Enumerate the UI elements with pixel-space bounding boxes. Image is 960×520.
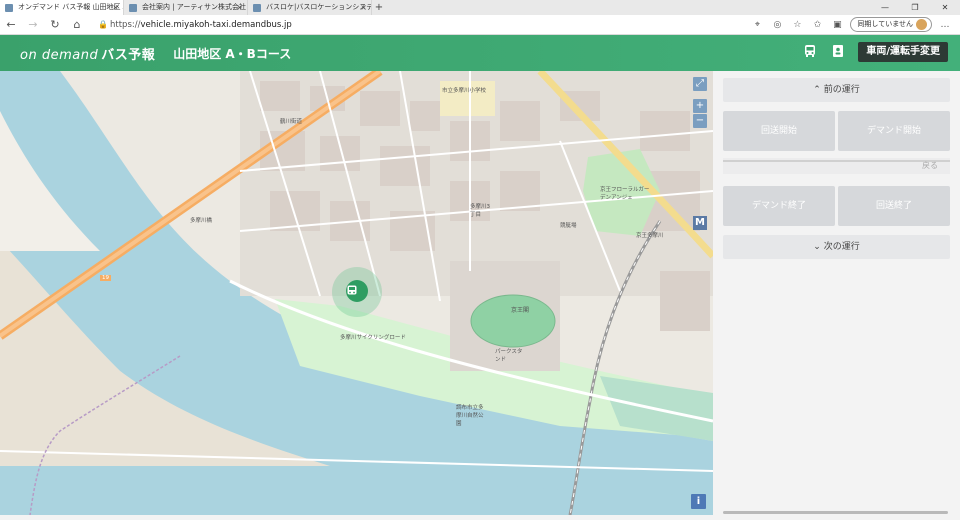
more-menu-icon[interactable]: … bbox=[938, 20, 952, 30]
lock-icon[interactable]: 🔒 bbox=[96, 20, 110, 29]
zoom-out-icon[interactable]: − bbox=[693, 114, 707, 128]
address-bar: ← → ↻ ⌂ 🔒 https://vehicle.miyakoh-taxi.d… bbox=[0, 15, 960, 35]
map-label: 京王多摩川 bbox=[636, 233, 664, 239]
bus-location-marker[interactable] bbox=[332, 267, 382, 317]
bus-icon[interactable] bbox=[802, 44, 818, 60]
window-controls: — ❐ ✕ bbox=[870, 0, 960, 15]
maximize-icon[interactable]: ❐ bbox=[900, 0, 930, 15]
avatar bbox=[916, 19, 927, 30]
tab-close-icon[interactable]: × bbox=[112, 0, 119, 15]
map-label: 京王フローラルガーデンアンジェ bbox=[600, 187, 650, 201]
reading-view-icon[interactable]: ◎ bbox=[770, 20, 784, 30]
back-label: 戻る bbox=[922, 161, 938, 170]
divider bbox=[723, 160, 950, 162]
next-operation-label: 次の運行 bbox=[823, 242, 860, 252]
previous-operation-button[interactable]: ⌃ 前の運行 bbox=[723, 78, 950, 102]
browser-tab[interactable]: オンデマンド バス予報 山田地区 A・B × bbox=[0, 0, 124, 15]
bus-icon bbox=[346, 280, 368, 302]
favicon-icon bbox=[129, 4, 137, 12]
app-header: on demand バス予報 山田地区 A・Bコース 車両/運転手変更 bbox=[0, 35, 960, 71]
return-end-button[interactable]: 回送終了 bbox=[838, 186, 950, 226]
logo-text: on demand bbox=[20, 47, 99, 63]
collections-icon[interactable]: ▣ bbox=[830, 20, 844, 30]
favorite-star-icon[interactable]: ☆ bbox=[790, 20, 804, 30]
operation-panel: ⌃ 前の運行 回送開始 デマンド開始 戻る デマンド終了 回送終了 ⌄ 次の運行 bbox=[713, 71, 960, 515]
url-host: vehicle.miyakoh-taxi.demandbus.jp bbox=[140, 19, 292, 30]
favorites-icon[interactable]: ✩ bbox=[810, 20, 824, 30]
reload-icon[interactable]: ↻ bbox=[44, 18, 66, 31]
tab-title: 会社案内 | アーティサン株式会社 bbox=[142, 3, 246, 11]
map-label: 多摩川橋 bbox=[190, 218, 213, 224]
map-mode-icon[interactable]: M bbox=[693, 216, 707, 230]
expand-icon[interactable]: ⤢ bbox=[693, 77, 707, 91]
tab-close-icon[interactable]: × bbox=[360, 0, 367, 15]
back-icon[interactable]: ← bbox=[0, 18, 22, 31]
browser-tabbar: オンデマンド バス予報 山田地区 A・B × 会社案内 | アーティサン株式会社… bbox=[0, 0, 960, 15]
id-card-icon[interactable] bbox=[830, 44, 846, 60]
map-label: 市立多摩川小学校 bbox=[442, 88, 487, 94]
map-label: 京王閣 bbox=[511, 307, 530, 314]
map-label: パークスタンド bbox=[495, 349, 523, 363]
home-icon[interactable]: ⌂ bbox=[66, 18, 88, 31]
browser-tab[interactable]: バスロケ|バスロケーションシステム|バス × bbox=[248, 0, 372, 15]
sync-button[interactable]: 同期していません bbox=[850, 17, 932, 32]
return-start-button[interactable]: 回送開始 bbox=[723, 111, 835, 151]
minimize-icon[interactable]: — bbox=[870, 0, 900, 15]
new-tab-icon[interactable]: + bbox=[372, 0, 386, 15]
tab-title: オンデマンド バス予報 山田地区 A・B bbox=[18, 3, 123, 11]
app-logo: on demand バス予報 bbox=[20, 44, 155, 63]
forward-icon[interactable]: → bbox=[22, 18, 44, 31]
course-title: 山田地区 A・Bコース bbox=[173, 46, 292, 61]
next-operation-button[interactable]: ⌄ 次の運行 bbox=[723, 235, 950, 259]
close-window-icon[interactable]: ✕ bbox=[930, 0, 960, 15]
browser-tab[interactable]: 会社案内 | アーティサン株式会社 × bbox=[124, 0, 248, 15]
previous-operation-label: 前の運行 bbox=[823, 85, 860, 95]
favicon-icon bbox=[253, 4, 261, 12]
zoom-in-icon[interactable]: + bbox=[693, 99, 707, 113]
map-label: 鶴川街道 bbox=[280, 119, 303, 125]
chevron-down-icon: ⌄ bbox=[813, 242, 821, 252]
scrollbar-thumb[interactable] bbox=[723, 511, 948, 514]
status-bar bbox=[0, 515, 960, 520]
route-shield: 19 bbox=[100, 275, 111, 281]
url-field[interactable]: https://vehicle.miyakoh-taxi.demandbus.j… bbox=[110, 20, 292, 30]
info-icon[interactable]: i bbox=[691, 494, 706, 509]
sync-label: 同期していません bbox=[857, 20, 913, 28]
back-bar[interactable]: 戻る bbox=[723, 158, 950, 174]
location-icon[interactable]: ⌖ bbox=[750, 20, 764, 30]
vehicle-driver-change-button[interactable]: 車両/運転手変更 bbox=[858, 42, 948, 62]
chevron-up-icon: ⌃ bbox=[813, 85, 821, 95]
map-label: 競艇場 bbox=[560, 223, 577, 229]
logo-sub: バス予報 bbox=[101, 47, 156, 63]
tab-title: バスロケ|バスロケーションシステム|バス bbox=[266, 3, 371, 11]
demand-end-button[interactable]: デマンド終了 bbox=[723, 186, 835, 226]
favicon-icon bbox=[5, 4, 13, 12]
tab-close-icon[interactable]: × bbox=[236, 0, 243, 15]
map-label: 調布市立多摩川自然公園 bbox=[456, 405, 484, 427]
map-label: 多摩川サイクリングロード bbox=[340, 335, 406, 341]
map[interactable]: 市立多摩川小学校 多摩川サイクリングロード 京王フローラルガーデンアンジェ 京王… bbox=[0, 71, 713, 515]
demand-start-button[interactable]: デマンド開始 bbox=[838, 111, 950, 151]
map-label: 多摩川3丁目 bbox=[470, 204, 490, 218]
url-prefix: https:// bbox=[110, 19, 141, 30]
